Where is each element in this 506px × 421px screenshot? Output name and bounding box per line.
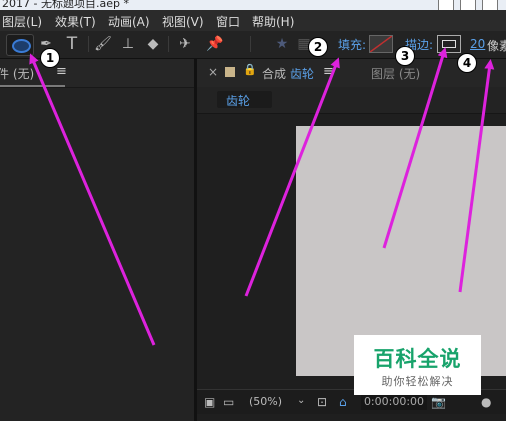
arrow-4 (458, 59, 495, 293)
annotation-badge-2: 2 (308, 37, 328, 57)
annotation-badge-4: 4 (457, 53, 477, 73)
arrow-1 (29, 53, 156, 346)
annotation-arrows (29, 47, 495, 346)
annotation-badge-1: 1 (40, 48, 60, 68)
arrow-3 (382, 47, 448, 249)
arrow-2 (244, 57, 340, 297)
annotation-badge-3: 3 (395, 46, 415, 66)
